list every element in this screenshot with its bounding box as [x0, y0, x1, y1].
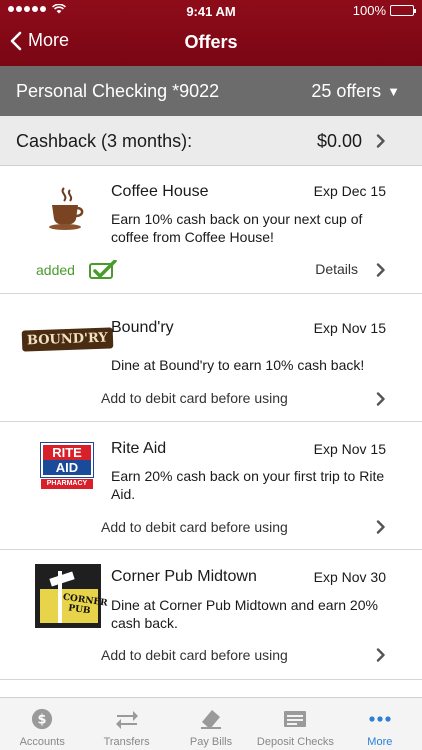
svg-text:$: $: [38, 713, 47, 728]
page-title: Offers: [184, 32, 238, 52]
coffee-cup-icon: [32, 180, 102, 236]
offer-name: Bound'ry: [111, 319, 174, 336]
added-label: added: [36, 262, 75, 278]
caret-down-icon: ▼: [387, 84, 400, 99]
offer-expiration: Exp Nov 15: [313, 441, 386, 457]
offer-name: Rite Aid: [111, 440, 167, 457]
details-link[interactable]: Details: [315, 261, 358, 277]
pay-bills-icon: [201, 710, 222, 729]
offer-card-rite-aid[interactable]: RITE AID PHARMACY Rite Aid Exp Nov 15 Ea…: [0, 422, 422, 550]
tab-label: More: [367, 736, 393, 748]
tab-label: Pay Bills: [189, 736, 233, 748]
offer-name: Corner Pub Midtown: [111, 568, 257, 585]
add-to-card-label: Add to debit card before using: [101, 647, 288, 663]
tab-label: Accounts: [19, 736, 65, 748]
more-dots-icon: [369, 716, 391, 722]
offer-expiration: Exp Dec 15: [313, 183, 386, 199]
rite-aid-logo: RITE AID PHARMACY: [32, 438, 102, 494]
cashback-summary-row[interactable]: Cashback (3 months): $0.00: [0, 116, 422, 166]
chevron-right-icon: [376, 263, 385, 277]
offer-card-boundry[interactable]: BOUND'RY Bound'ry Exp Nov 15 Dine at Bou…: [0, 294, 422, 422]
chevron-right-icon: [376, 134, 385, 148]
tab-accounts[interactable]: $ Accounts: [0, 698, 84, 750]
cashback-amount: $0.00: [316, 131, 362, 151]
boundry-logo: BOUND'RY: [21, 311, 113, 367]
offer-description: Earn 10% cash back on your next cup of c…: [111, 211, 363, 245]
navigation-header: 9:41 AM 100% More Offers: [0, 0, 422, 66]
cashback-label: Cashback (3 months):: [16, 131, 193, 151]
offer-card-corner-pub[interactable]: CORNER PUB Corner Pub Midtown Exp Nov 30…: [0, 550, 422, 680]
tab-deposit-checks[interactable]: Deposit Checks: [253, 698, 337, 750]
chevron-right-icon: [376, 392, 385, 406]
transfer-arrows-icon: [115, 711, 138, 729]
battery-percent: 100%: [352, 3, 386, 18]
dollar-icon: $: [32, 708, 53, 730]
tab-bar: $ Accounts Transfers Pay Bills Deposit C…: [0, 697, 422, 750]
corner-pub-logo: CORNER PUB: [34, 563, 108, 629]
add-to-card-label: Add to debit card before using: [101, 519, 288, 535]
offer-description: Earn 20% cash back on your first trip to…: [111, 468, 385, 502]
check-icon: [284, 711, 307, 727]
offer-description: Dine at Corner Pub Midtown and earn 20% …: [111, 597, 378, 631]
added-status: added: [36, 260, 117, 280]
offer-card-coffee-house[interactable]: Coffee House Exp Dec 15 Earn 10% cash ba…: [0, 166, 422, 294]
checkbox-checked-icon: [88, 260, 117, 279]
offer-description: Dine at Bound'ry to earn 10% cash back!: [111, 357, 365, 373]
tab-pay-bills[interactable]: Pay Bills: [169, 698, 253, 750]
account-selector[interactable]: Personal Checking *9022 25 offers ▼: [0, 66, 422, 116]
chevron-right-icon: [376, 520, 385, 534]
tab-more[interactable]: More: [338, 698, 422, 750]
battery-icon: [390, 5, 416, 16]
battery-indicator: 100%: [352, 3, 416, 18]
status-bar: 9:41 AM 100%: [0, 0, 422, 22]
offers-count-label: 25 offers: [311, 81, 382, 101]
tab-label: Transfers: [103, 736, 150, 748]
add-to-card-label: Add to debit card before using: [101, 390, 288, 406]
offer-expiration: Exp Nov 15: [313, 320, 386, 336]
account-name: Personal Checking *9022: [16, 81, 220, 101]
chevron-right-icon: [376, 648, 385, 662]
offer-expiration: Exp Nov 30: [313, 569, 386, 585]
tab-transfers[interactable]: Transfers: [84, 698, 168, 750]
offer-name: Coffee House: [111, 183, 209, 200]
offers-count-dropdown[interactable]: 25 offers ▼: [311, 81, 400, 102]
tab-label: Deposit Checks: [256, 736, 334, 748]
